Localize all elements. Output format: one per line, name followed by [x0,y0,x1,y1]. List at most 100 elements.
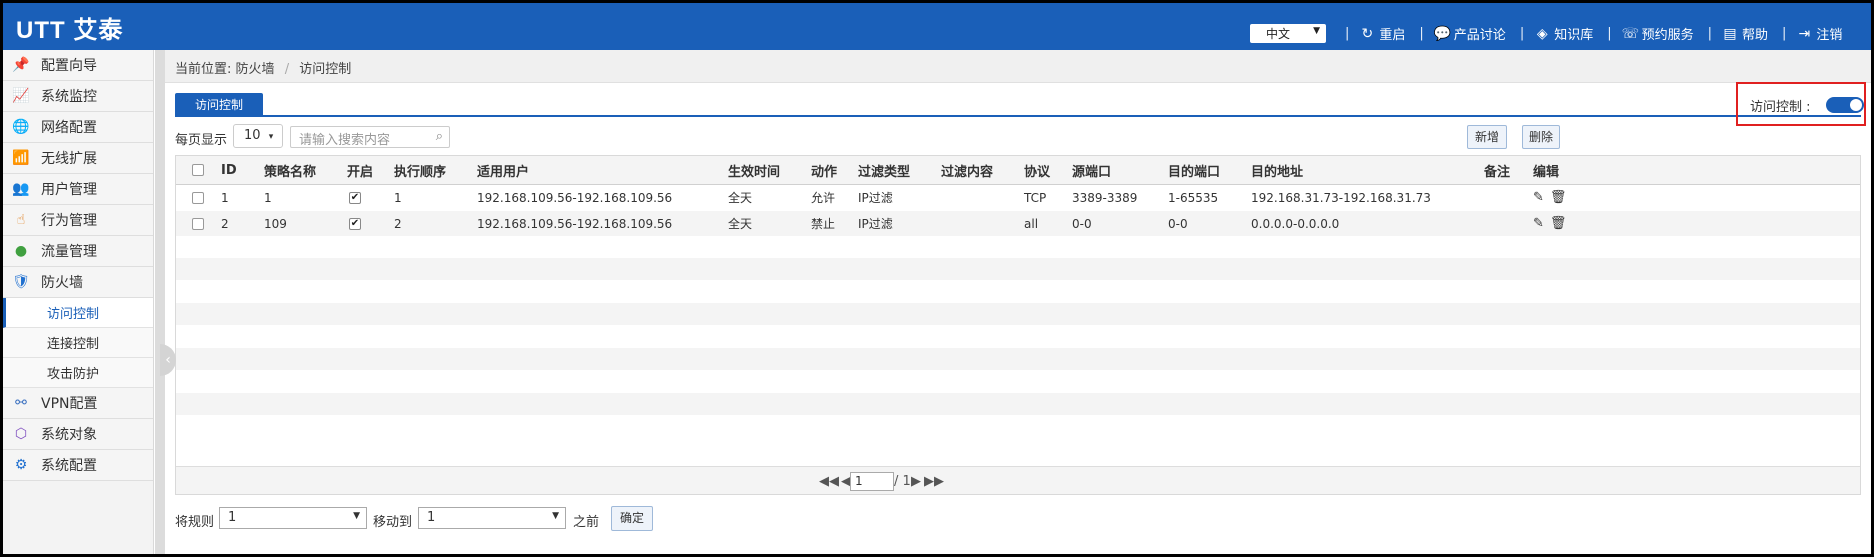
table-toolbar: 每页显示 10 ▾ 请输入搜索内容 ⌕ 新增 删除 [175,123,1861,151]
target-select[interactable]: 1 ▼ [418,507,566,529]
table-header-row: ID 策略名称 开启 执行顺序 适用用户 生效时间 动作 过滤类型 过滤内容 协议 源端口 目的端口 目… [176,156,1860,185]
checkbox-box[interactable] [192,191,204,204]
column-header: 编辑 [1533,164,1560,180]
vpn-icon: ⚯ [15,395,27,411]
sidebar-gutter [155,50,165,554]
column-header: 备注 [1484,164,1511,180]
sidebar-item-label: 行为管理 [41,213,97,229]
trash-icon[interactable]: 🗑 [1550,190,1567,205]
nav-separator: | [1419,26,1424,41]
column-header: 执行顺序 [394,164,447,180]
edit-icon[interactable]: ✎ [1533,216,1544,231]
top-header: UTT 艾泰 中文 ▼ | ↻ 重启 | 💬 产品讨论 | ◈ 知识库 | ☏ 预约服务 | ▤ 帮助 | ⇥ 注… [0,0,1874,50]
sidebar-item-after-1[interactable]: ⬡ 系统对象 [3,419,153,450]
sidebar-item-3[interactable]: 📶 无线扩展 [3,143,153,174]
toggle-knob [1850,99,1862,111]
caret-down-icon: ▾ [268,132,274,142]
checkbox-box[interactable] [192,164,204,176]
next-page-icon[interactable]: ▶ [911,474,921,489]
sidebar-item-1[interactable]: 📈 系统监控 [3,81,153,112]
per-page-label: 每页显示 [175,133,228,148]
sidebar-subitem-2[interactable]: 攻击防护 [3,358,153,388]
nav-label: 帮助 [1742,28,1769,43]
table-row[interactable]: 2 109 ✔ 2 192.168.109.56-192.168.109.56 全天 禁止 I… [176,211,1860,236]
nav-label: 产品讨论 [1453,28,1506,43]
sidebar-item-0[interactable]: 📌 配置向导 [3,50,153,81]
nav-item-2[interactable]: ◈ 知识库 [1534,24,1594,44]
table-cell: 全天 [728,191,753,205]
select-all-checkbox[interactable] [192,156,204,184]
column-header: 目的地址 [1251,164,1304,180]
breadcrumb-section[interactable]: 防火墙 [236,62,275,77]
restart-icon: ↻ [1361,25,1374,42]
first-page-icon[interactable]: ◀◀ [819,474,839,489]
per-page-select[interactable]: 10 ▾ [233,124,283,148]
table-cell: 0-0 [1072,216,1092,231]
tab-bar: 访问控制 [175,93,1861,117]
column-header: 适用用户 [477,164,530,180]
nav-item-1[interactable]: 💬 产品讨论 [1434,24,1506,44]
language-select[interactable]: 中文 ▼ [1250,24,1326,43]
enabled-checkbox[interactable]: ✔ [349,185,361,210]
target-select-value: 1 [427,510,436,525]
table-cell: 192.168.31.73-192.168.31.73 [1251,190,1431,205]
check-icon: ✔ [349,217,361,230]
page-input[interactable]: 1 [850,472,894,491]
sidebar: 📌 配置向导 📈 系统监控 🌐 网络配置 📶 无线扩展 👥 用户管理 ☝ 行为管理 ● 流量管理 🛡 防火墙访… [3,50,154,554]
table-row[interactable]: 1 1 ✔ 1 192.168.109.56-192.168.109.56 全天 允许 IP过… [176,185,1860,210]
nav-item-3[interactable]: ☏ 预约服务 [1622,24,1694,44]
nav-item-4[interactable]: ▤ 帮助 [1722,24,1769,44]
confirm-button[interactable]: 确定 [611,506,653,531]
rule-select-value: 1 [228,510,237,525]
shield-icon: 🛡 [12,274,30,290]
row-checkbox[interactable] [192,211,204,236]
nav-item-0[interactable]: ↻ 重启 [1359,24,1406,44]
table-cell: 禁止 [811,217,836,231]
access-control-toggle[interactable] [1826,97,1864,113]
sidebar-subitem-1[interactable]: 连接控制 [3,328,153,358]
search-icon[interactable]: ⌕ [436,129,443,144]
nav-separator: | [1707,26,1713,41]
table-cell: IP过滤 [858,217,893,231]
sidebar-item-7[interactable]: 🛡 防火墙 [3,267,153,298]
table-cell: 109 [264,216,287,231]
chevron-down-icon: ▼ [353,511,360,521]
before-label: 之前 [573,515,600,530]
trash-icon[interactable]: 🗑 [1550,216,1567,231]
sidebar-item-label: VPN配置 [41,396,98,412]
enabled-checkbox[interactable]: ✔ [349,211,361,236]
sidebar-item-after-0[interactable]: ⚯ VPN配置 [3,388,153,419]
column-header: 动作 [811,164,838,180]
monitor-icon: 📈 [12,88,30,104]
nav-item-5[interactable]: ⇥ 注销 [1796,24,1843,44]
search-input[interactable]: 请输入搜索内容 ⌕ [290,126,450,148]
sidebar-item-2[interactable]: 🌐 网络配置 [3,112,153,143]
row-checkbox[interactable] [192,185,204,210]
nav-separator: | [1607,26,1612,41]
nav-label: 知识库 [1554,28,1594,43]
table-cell: 3389-3389 [1072,190,1138,205]
edit-icon[interactable]: ✎ [1533,190,1544,205]
add-button[interactable]: 新增 [1467,125,1507,149]
last-page-icon[interactable]: ▶▶ [924,474,944,489]
sidebar-item-4[interactable]: 👥 用户管理 [3,174,153,205]
access-control-toggle-highlight: 访问控制 : [1736,82,1866,126]
sidebar-subitem-0[interactable]: 访问控制 [3,298,153,328]
nav-separator: | [1345,26,1350,41]
sidebar-item-5[interactable]: ☝ 行为管理 [3,205,153,236]
table-empty-stripe [176,302,1860,325]
help-book-icon: ▤ [1723,25,1737,42]
breadcrumb-prefix: 当前位置: [175,62,232,77]
rule-select[interactable]: 1 ▼ [219,507,367,529]
sidebar-item-label: 配置向导 [41,58,97,74]
sidebar-item-label: 无线扩展 [41,151,97,167]
table-cell: 1 [394,190,402,205]
checkbox-box[interactable] [192,217,204,230]
sidebar-item-label: 系统配置 [41,458,97,474]
sidebar-item-6[interactable]: ● 流量管理 [3,236,153,267]
sidebar-item-after-2[interactable]: ⚙ 系统配置 [3,450,153,481]
table-cell: 0-0 [1168,216,1188,231]
delete-button[interactable]: 删除 [1522,125,1560,149]
table-empty-stripe [176,393,1860,416]
tab-access-control[interactable]: 访问控制 [175,93,263,117]
